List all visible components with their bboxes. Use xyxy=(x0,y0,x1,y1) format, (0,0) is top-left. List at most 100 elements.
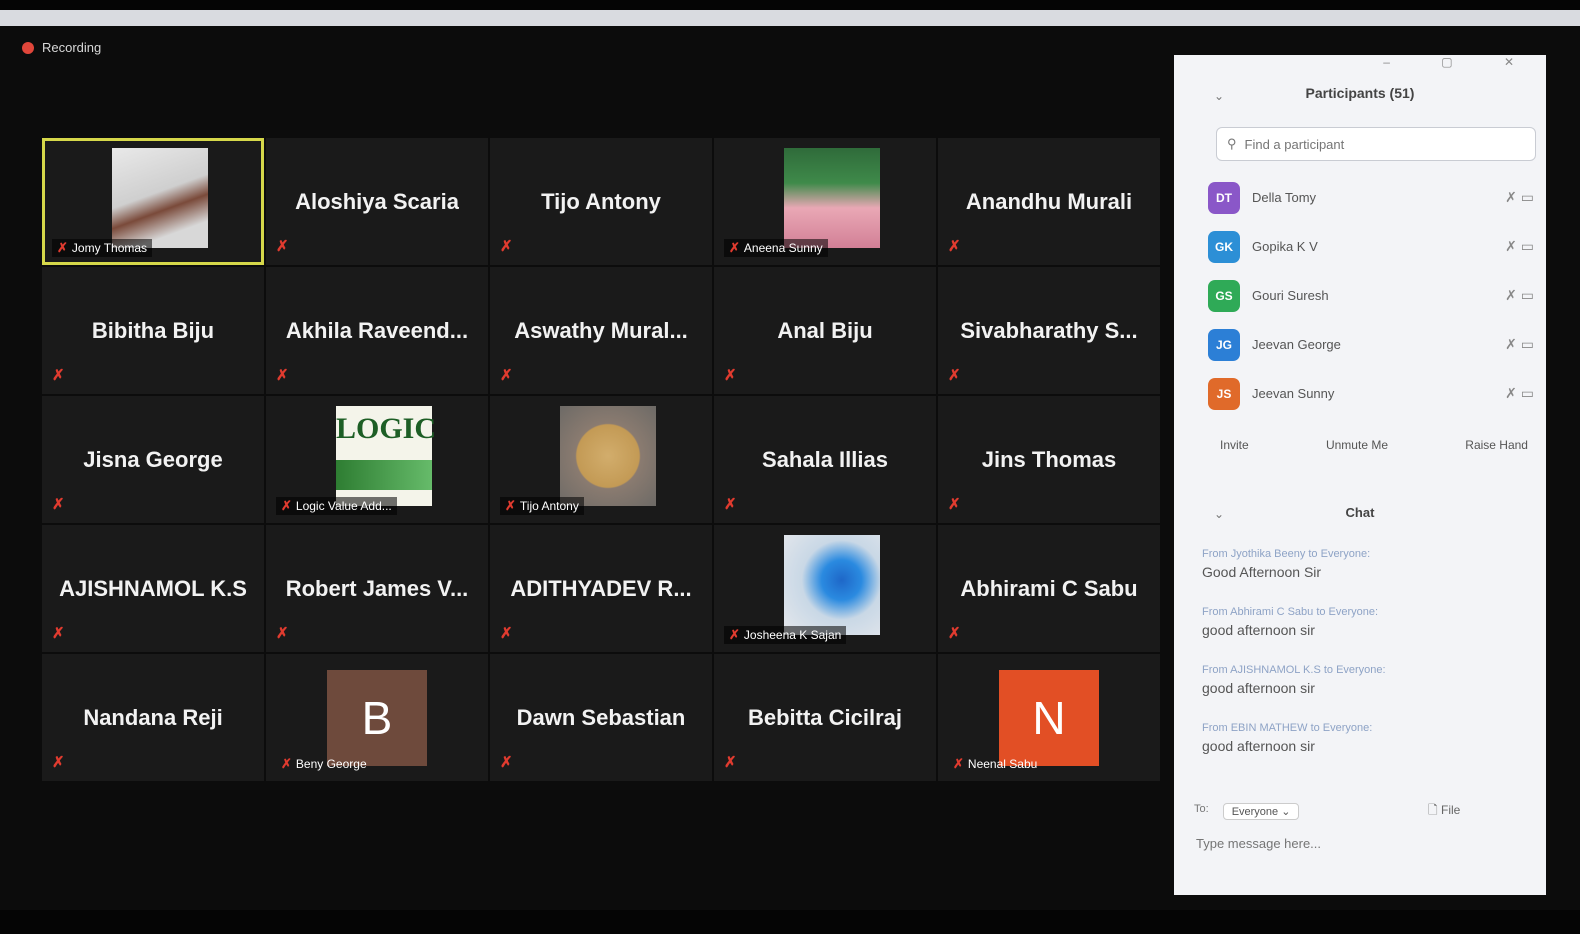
participant-tile[interactable]: Nandana Reji ✗ xyxy=(42,654,264,781)
participant-row-name: Jeevan George xyxy=(1252,337,1341,352)
participant-row-name: Della Tomy xyxy=(1252,190,1317,205)
recipient-value: Everyone xyxy=(1231,806,1279,818)
video-off-icon: ▭ xyxy=(1520,238,1534,254)
chat-text: good afternoon sir xyxy=(1202,680,1315,696)
participant-row[interactable]: DT Della Tomy ✗ ▭ xyxy=(1208,173,1540,222)
mic-muted-icon: ✗ xyxy=(948,367,961,384)
participant-name: Jisna George xyxy=(83,446,223,472)
chat-title: Chat xyxy=(1345,505,1375,520)
participant-name: Bebitta Cicilraj xyxy=(747,704,903,730)
file-button[interactable]: 🗋 File xyxy=(1428,801,1460,822)
participant-name-label: ✗ Neenal Sabu xyxy=(948,755,1042,773)
participant-search[interactable]: ⚲ xyxy=(1216,127,1536,161)
mic-muted-icon: ✗ xyxy=(1505,287,1521,303)
participant-row-name: Jeevan Sunny xyxy=(1252,386,1335,401)
participant-tile[interactable]: Sahala Illias ✗ xyxy=(714,396,936,523)
chat-text: good afternoon sir xyxy=(1202,738,1315,754)
participant-name: AJISHNAMOL K.S xyxy=(59,575,247,601)
participant-tile[interactable]: Bebitta Cicilraj ✗ xyxy=(714,654,936,781)
unmute-me-button[interactable]: Unmute Me xyxy=(1320,437,1394,453)
mic-muted-icon: ✗ xyxy=(948,625,961,642)
participant-name: Sahala Illias xyxy=(762,446,888,472)
mic-muted-icon: ✗ xyxy=(500,367,513,384)
participant-tile[interactable]: Dawn Sebastian ✗ xyxy=(490,654,712,781)
participant-tile[interactable]: ADITHYADEV R... ✗ xyxy=(490,525,712,652)
participant-avatar: N xyxy=(999,669,1099,766)
recording-label: Recording xyxy=(42,40,102,55)
participant-tile[interactable]: Robert James V... ✗ xyxy=(266,525,488,652)
recipient-dropdown[interactable]: Everyone ⌄ xyxy=(1222,803,1300,820)
participant-tile[interactable]: Aloshiya Scaria ✗ xyxy=(266,138,488,265)
participant-tile[interactable]: Jins Thomas ✗ xyxy=(938,396,1160,523)
chat-sender: From Abhirami C Sabu to Everyone: xyxy=(1202,606,1379,618)
participant-tile[interactable]: ✗ Tijo Antony xyxy=(490,396,712,523)
mic-muted-icon: ✗ xyxy=(57,240,68,255)
participant-name: Aneena Sunny xyxy=(743,241,823,255)
mic-muted-icon: ✗ xyxy=(505,498,516,513)
participant-row[interactable]: JS Jeevan Sunny ✗ ▭ xyxy=(1208,369,1540,418)
mic-muted-icon: ✗ xyxy=(276,625,289,642)
participant-tile[interactable]: Tijo Antony ✗ xyxy=(490,138,712,265)
participant-row[interactable]: GS Gouri Suresh ✗ ▭ xyxy=(1208,271,1540,320)
participant-tile[interactable]: Anandhu Murali ✗ xyxy=(938,138,1160,265)
participant-name: Tijo Antony xyxy=(541,188,661,214)
mic-muted-icon: ✗ xyxy=(724,754,737,771)
search-icon: ⚲ xyxy=(1227,136,1237,151)
participant-name: ADITHYADEV R... xyxy=(510,575,692,601)
window-controls[interactable]: – ▢ ✕ xyxy=(1383,55,1538,69)
mic-muted-icon: ✗ xyxy=(1505,385,1521,401)
participant-tile[interactable]: Abhirami C Sabu ✗ xyxy=(938,525,1160,652)
mic-muted-icon: ✗ xyxy=(724,496,737,513)
participant-tile[interactable]: Sivabharathy S... ✗ xyxy=(938,267,1160,394)
chat-message-input[interactable] xyxy=(1194,835,1538,852)
participant-name-label: ✗ Tijo Antony xyxy=(500,497,584,515)
participant-avatar: DT xyxy=(1208,181,1240,214)
video-off-icon: ▭ xyxy=(1520,189,1534,205)
participant-tile[interactable]: ✗ Josheena K Sajan xyxy=(714,525,936,652)
participant-tile[interactable]: Aswathy Mural... ✗ xyxy=(490,267,712,394)
video-off-icon: ▭ xyxy=(1520,287,1534,303)
participant-name: Bibitha Biju xyxy=(91,317,215,343)
chat-sender: From Jyothika Beeny to Everyone: xyxy=(1202,548,1371,560)
mic-muted-icon: ✗ xyxy=(724,367,737,384)
participant-name: Aloshiya Scaria xyxy=(295,188,459,214)
participant-status-icons: ✗ ▭ xyxy=(1505,385,1534,402)
participant-list: DT Della Tomy ✗ ▭ GK Gopika K V ✗ ▭ GS Gouri Su… xyxy=(1208,173,1540,418)
participant-status-icons: ✗ ▭ xyxy=(1505,238,1534,255)
raise-hand-button[interactable]: Raise Hand xyxy=(1459,437,1534,453)
mic-muted-icon: ✗ xyxy=(281,498,292,513)
participant-avatar: JS xyxy=(1208,377,1240,410)
participant-tile[interactable]: Jisna George ✗ xyxy=(42,396,264,523)
side-panel: – ▢ ✕ ⌄ Participants (51) ⚲ DTDella Tomy… xyxy=(1174,55,1546,895)
participant-row[interactable]: GK Gopika K V ✗ ▭ xyxy=(1208,222,1540,271)
logo-text: LOGIC xyxy=(336,412,437,445)
chat-text: good afternoon sir xyxy=(1202,622,1315,638)
participant-tile[interactable]: AJISHNAMOL K.S ✗ xyxy=(42,525,264,652)
participant-row[interactable]: JG Jeevan George ✗ ▭ xyxy=(1208,320,1540,369)
participant-tile[interactable]: Anal Biju ✗ xyxy=(714,267,936,394)
participant-video-thumbnail xyxy=(112,148,208,248)
participant-name: Jins Thomas xyxy=(981,446,1117,472)
mic-muted-icon: ✗ xyxy=(500,238,513,255)
mic-muted-icon: ✗ xyxy=(948,238,961,255)
participant-search-input[interactable] xyxy=(1242,135,1507,153)
participant-name: Sivabharathy S... xyxy=(960,317,1138,343)
participant-tile[interactable]: ✗ Jomy Thomas xyxy=(42,138,264,265)
participant-tile[interactable]: ✗ Aneena Sunny xyxy=(714,138,936,265)
participant-tile[interactable]: Akhila Raveend... ✗ xyxy=(266,267,488,394)
mic-muted-icon: ✗ xyxy=(948,496,961,513)
participant-tile[interactable]: N ✗ Neenal Sabu xyxy=(938,654,1160,781)
invite-button[interactable]: Invite xyxy=(1214,437,1255,453)
participant-row-name: Gouri Suresh xyxy=(1252,288,1329,303)
participant-actions: Invite Unmute Me Raise Hand xyxy=(1214,437,1534,453)
participant-status-icons: ✗ ▭ xyxy=(1505,189,1534,206)
participant-tile[interactable]: Bibitha Biju ✗ xyxy=(42,267,264,394)
participant-name-label: ✗ Logic Value Add... xyxy=(276,497,397,515)
chat-text: Good Afternoon Sir xyxy=(1202,564,1322,580)
video-off-icon: ▭ xyxy=(1520,336,1534,352)
participant-tile[interactable]: B ✗ Beny George xyxy=(266,654,488,781)
participant-tile[interactable]: LOGIC ✗ Logic Value Add... xyxy=(266,396,488,523)
recording-dot-icon xyxy=(22,41,34,54)
mic-muted-icon: ✗ xyxy=(500,625,513,642)
participant-name: Tijo Antony xyxy=(519,499,579,513)
